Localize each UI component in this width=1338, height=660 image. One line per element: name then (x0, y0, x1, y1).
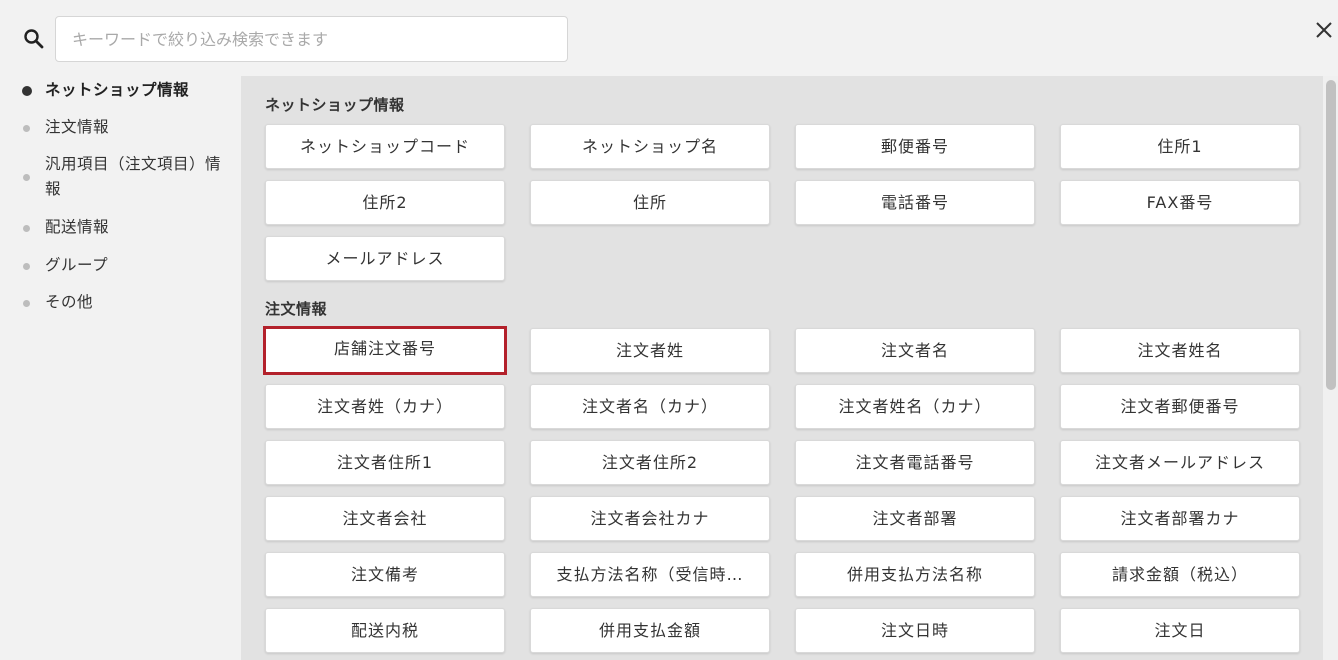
field-button[interactable]: 注文者部署カナ (1060, 496, 1300, 541)
field-button[interactable]: 配送内税 (265, 608, 505, 653)
field-button[interactable]: 注文備考 (265, 552, 505, 597)
sidebar-item-label: 注文情報 (45, 118, 110, 136)
field-button[interactable]: 注文者住所2 (530, 440, 770, 485)
sidebar-item-generic-order-fields[interactable]: 汎用項目（注文項目）情報 (0, 152, 240, 202)
search-input[interactable] (55, 16, 568, 62)
sidebar-item-netshop[interactable]: ネットショップ情報 (0, 78, 240, 103)
sidebar-item-label: 汎用項目（注文項目）情報 (45, 155, 222, 198)
field-button[interactable]: ネットショップ名 (530, 124, 770, 169)
field-panel: ネットショップ情報 ネットショップコード ネットショップ名 郵便番号 住所1 住所2 住所… (241, 76, 1323, 660)
field-button[interactable]: 請求金額（税込） (1060, 552, 1300, 597)
field-button[interactable]: 注文者会社 (265, 496, 505, 541)
section-title-netshop: ネットショップ情報 (265, 96, 405, 114)
sidebar-item-label: 配送情報 (45, 218, 110, 236)
scrollbar-thumb[interactable] (1326, 80, 1336, 390)
sidebar-item-other[interactable]: その他 (0, 290, 240, 315)
field-button[interactable]: ネットショップコード (265, 124, 505, 169)
field-button[interactable]: 注文者名（カナ） (530, 384, 770, 429)
sidebar-item-label: その他 (45, 293, 94, 311)
field-button[interactable]: 注文者郵便番号 (1060, 384, 1300, 429)
sidebar-item-shipping[interactable]: 配送情報 (0, 215, 240, 240)
bullet-icon (23, 262, 30, 270)
close-icon[interactable] (1312, 18, 1336, 42)
field-button[interactable]: 住所2 (265, 180, 505, 225)
field-button[interactable]: FAX番号 (1060, 180, 1300, 225)
field-button[interactable]: 注文日時 (795, 608, 1035, 653)
bullet-icon (22, 85, 32, 96)
search-icon (24, 29, 44, 49)
field-button[interactable]: 注文者名 (795, 328, 1035, 373)
field-button[interactable]: 店舗注文番号 (263, 326, 507, 375)
bullet-icon (23, 299, 30, 307)
bullet-icon (23, 224, 30, 232)
field-button[interactable]: 住所1 (1060, 124, 1300, 169)
field-button[interactable]: 電話番号 (795, 180, 1035, 225)
field-button[interactable]: 注文日 (1060, 608, 1300, 653)
scrollbar[interactable] (1323, 76, 1338, 660)
field-button[interactable]: 住所 (530, 180, 770, 225)
field-button[interactable]: 注文者姓 (530, 328, 770, 373)
field-button[interactable]: 注文者姓名（カナ） (795, 384, 1035, 429)
field-button[interactable]: 郵便番号 (795, 124, 1035, 169)
field-button[interactable]: 注文者姓名 (1060, 328, 1300, 373)
sidebar-item-group[interactable]: グループ (0, 253, 240, 278)
field-button[interactable]: 注文者電話番号 (795, 440, 1035, 485)
section-title-order: 注文情報 (265, 300, 328, 318)
field-button[interactable]: 注文者姓（カナ） (265, 384, 505, 429)
sidebar-item-label: グループ (45, 256, 109, 274)
field-button[interactable]: 注文者会社カナ (530, 496, 770, 541)
bullet-icon (23, 124, 30, 132)
field-button[interactable]: メールアドレス (265, 236, 505, 281)
sidebar-item-label: ネットショップ情報 (45, 81, 190, 99)
field-button[interactable]: 併用支払金額 (530, 608, 770, 653)
sidebar-item-order[interactable]: 注文情報 (0, 115, 240, 140)
field-button[interactable]: 支払方法名称（受信時… (530, 552, 770, 597)
field-button[interactable]: 注文者部署 (795, 496, 1035, 541)
field-button[interactable]: 併用支払方法名称 (795, 552, 1035, 597)
field-button[interactable]: 注文者メールアドレス (1060, 440, 1300, 485)
field-button[interactable]: 注文者住所1 (265, 440, 505, 485)
bullet-icon (23, 174, 30, 181)
